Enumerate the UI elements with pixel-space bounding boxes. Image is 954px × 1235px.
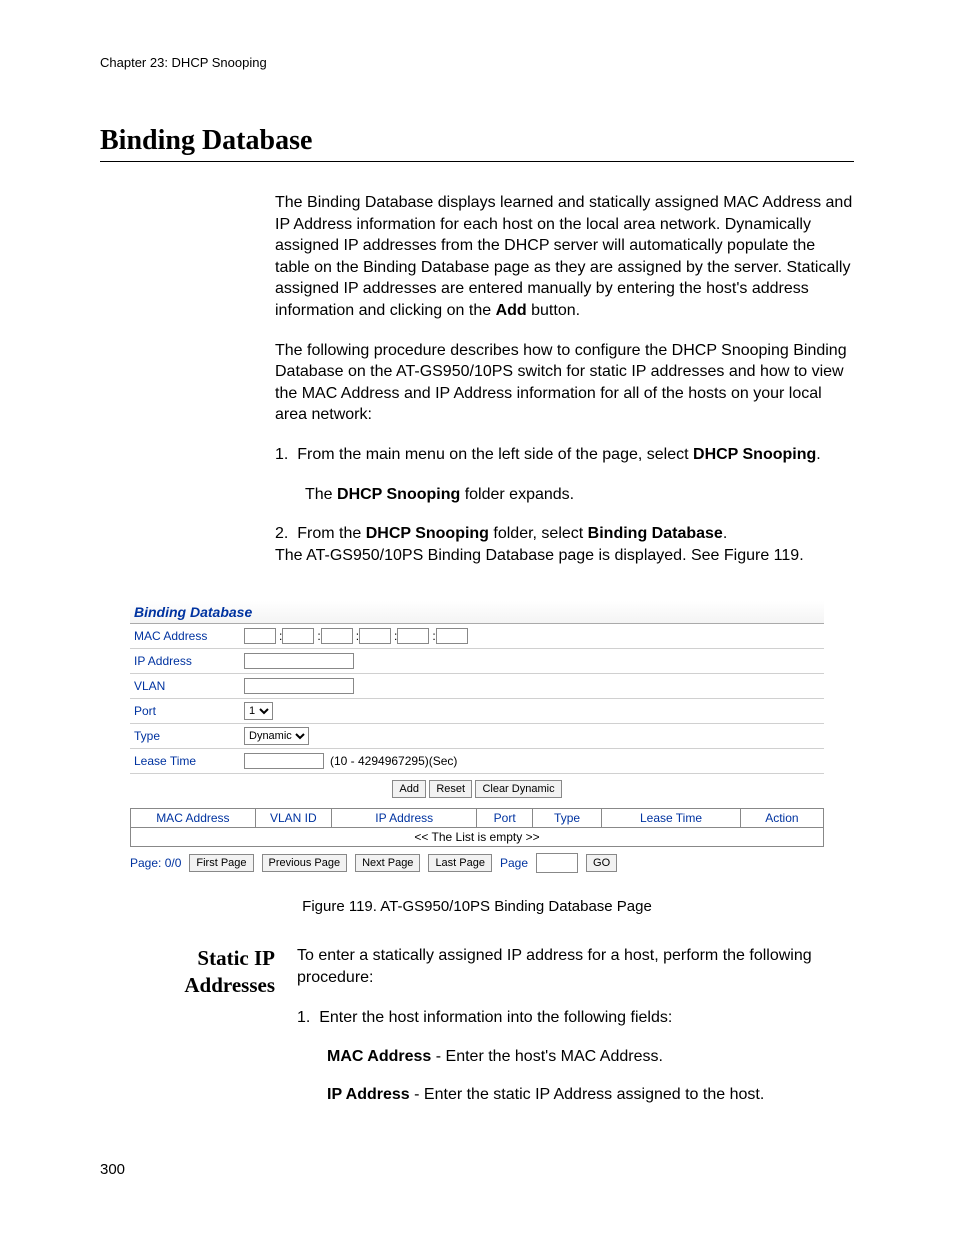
intro-paragraph-2: The following procedure describes how to… xyxy=(275,340,854,426)
step2-num: 2. xyxy=(275,525,288,542)
ip-input[interactable] xyxy=(244,653,354,669)
step2-bold1: DHCP Snooping xyxy=(366,525,489,542)
section-title: Binding Database xyxy=(100,125,854,162)
step1-bold: DHCP Snooping xyxy=(693,446,816,463)
step2-mid: folder, select xyxy=(489,525,588,542)
label-vlan: VLAN xyxy=(130,679,244,693)
label-ip: IP Address xyxy=(130,654,244,668)
chapter-header: Chapter 23: DHCP Snooping xyxy=(100,55,854,70)
field-ip: IP Address - Enter the static IP Address… xyxy=(327,1084,854,1106)
previous-page-button[interactable]: Previous Page xyxy=(262,854,348,872)
step1b-post: folder expands. xyxy=(460,486,574,503)
th-type: Type xyxy=(532,809,601,828)
binding-table: MAC Address VLAN ID IP Address Port Type… xyxy=(130,808,824,847)
step-1-result: The DHCP Snooping folder expands. xyxy=(305,484,854,506)
step-2: 2. From the DHCP Snooping folder, select… xyxy=(275,523,854,566)
label-port: Port xyxy=(130,704,244,718)
mac-octet-1[interactable] xyxy=(244,628,276,644)
pager-page-label: Page xyxy=(500,856,528,870)
th-mac: MAC Address xyxy=(131,809,256,828)
last-page-button[interactable]: Last Page xyxy=(428,854,492,872)
port-select[interactable]: 1 xyxy=(244,702,273,720)
mac-octet-3[interactable] xyxy=(321,628,353,644)
vlan-input[interactable] xyxy=(244,678,354,694)
mac-octet-2[interactable] xyxy=(282,628,314,644)
static-step1-text: Enter the host information into the foll… xyxy=(319,1009,672,1026)
th-port: Port xyxy=(477,809,532,828)
static-step1-num: 1. xyxy=(297,1009,310,1026)
step1-text: From the main menu on the left side of t… xyxy=(297,446,693,463)
step1-num: 1. xyxy=(275,446,288,463)
static-intro: To enter a statically assigned IP addres… xyxy=(297,945,854,988)
first-page-button[interactable]: First Page xyxy=(189,854,253,872)
static-heading-l1: Static IP xyxy=(197,946,275,970)
para1-text: The Binding Database displays learned an… xyxy=(275,194,852,319)
go-button[interactable]: GO xyxy=(586,854,617,872)
label-mac: MAC Address xyxy=(130,629,244,643)
next-page-button[interactable]: Next Page xyxy=(355,854,420,872)
lease-hint: (10 - 4294967295)(Sec) xyxy=(330,754,457,768)
para1-tail: button. xyxy=(527,302,580,319)
field-mac: MAC Address - Enter the host's MAC Addre… xyxy=(327,1046,854,1068)
th-vlan: VLAN ID xyxy=(255,809,331,828)
label-lease: Lease Time xyxy=(130,754,244,768)
field-ip-bold: IP Address xyxy=(327,1086,410,1103)
step2-b: The AT-GS950/10PS Binding Database page … xyxy=(275,545,854,567)
static-heading-l2: Addresses xyxy=(184,973,275,997)
figure-title: Binding Database xyxy=(130,601,824,624)
add-button[interactable]: Add xyxy=(392,780,426,798)
mac-octet-5[interactable] xyxy=(397,628,429,644)
th-ip: IP Address xyxy=(331,809,477,828)
reset-button[interactable]: Reset xyxy=(429,780,472,798)
step2-tail: . xyxy=(723,525,727,542)
intro-paragraph-1: The Binding Database displays learned an… xyxy=(275,192,854,322)
pager-status: Page: 0/0 xyxy=(130,856,181,870)
step2-bold2: Binding Database xyxy=(588,525,723,542)
field-mac-bold: MAC Address xyxy=(327,1048,431,1065)
add-bold: Add xyxy=(496,302,527,319)
lease-input[interactable] xyxy=(244,753,324,769)
step-1: 1. From the main menu on the left side o… xyxy=(275,444,854,466)
step1b-pre: The xyxy=(305,486,337,503)
th-action: Action xyxy=(740,809,823,828)
step1b-bold: DHCP Snooping xyxy=(337,486,460,503)
field-mac-rest: - Enter the host's MAC Address. xyxy=(431,1048,663,1065)
page-number: 300 xyxy=(100,1161,854,1178)
label-type: Type xyxy=(130,729,244,743)
type-select[interactable]: Dynamic xyxy=(244,727,309,745)
figure-119: Binding Database MAC Address : : : : : I… xyxy=(130,601,824,915)
page-number-input[interactable] xyxy=(536,853,578,873)
static-step1: 1. Enter the host information into the f… xyxy=(297,1007,854,1029)
table-empty: << The List is empty >> xyxy=(131,828,824,847)
static-ip-heading: Static IP Addresses xyxy=(100,945,297,1121)
mac-octet-6[interactable] xyxy=(436,628,468,644)
field-ip-rest: - Enter the static IP Address assigned t… xyxy=(410,1086,765,1103)
th-lease: Lease Time xyxy=(602,809,741,828)
mac-octet-4[interactable] xyxy=(359,628,391,644)
step2-a: From the xyxy=(297,525,365,542)
clear-dynamic-button[interactable]: Clear Dynamic xyxy=(475,780,561,798)
step1-tail: . xyxy=(816,446,820,463)
figure-caption: Figure 119. AT-GS950/10PS Binding Databa… xyxy=(130,898,824,915)
